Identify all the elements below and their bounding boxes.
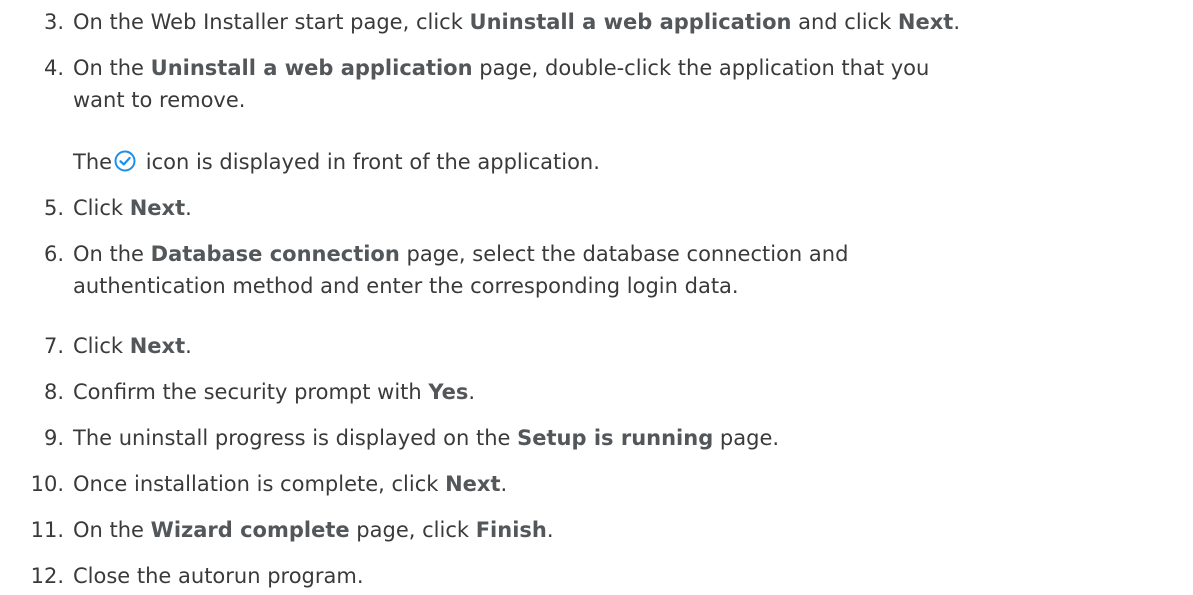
step-text-run: page. — [713, 426, 780, 450]
step-text-run: On the — [73, 242, 151, 266]
step-text-run: The uninstall progress is displayed on t… — [73, 426, 518, 450]
step-text-run: Click — [73, 334, 130, 358]
step-number: 11. — [30, 518, 64, 542]
step-number: 7. — [43, 334, 64, 358]
step-text: On the Wizard complete page, click Finis… — [73, 514, 1183, 546]
step-text-line: authentication method and enter the corr… — [73, 270, 1183, 302]
step-text-run: Confirm the security prompt with — [73, 380, 429, 404]
step-text-line: On the Database connection page, select … — [73, 238, 1183, 270]
step-text-run: . — [468, 380, 476, 404]
step-text-run: On the — [73, 56, 151, 80]
step-text-run: page, select the database connection and — [399, 242, 849, 266]
step-text-run: Click — [73, 196, 130, 220]
step-text-run: page, double-click the application that … — [472, 56, 930, 80]
step-text-run: . — [185, 196, 192, 220]
step-text-line: want to remove. — [73, 84, 1183, 116]
step-text: The uninstall progress is displayed on t… — [73, 422, 1183, 454]
step-text-run: and click — [791, 10, 898, 34]
step-text-run: On the — [73, 518, 151, 542]
step-text-run: . — [546, 518, 554, 542]
step-text: On the Uninstall a web application page,… — [73, 52, 1183, 116]
ui-term: Uninstall a web application — [150, 56, 473, 80]
step-number: 10. — [30, 472, 64, 496]
ui-term: Wizard complete — [150, 518, 350, 542]
instruction-list: 3. On the Web Installer start page, clic… — [0, 0, 1193, 595]
ui-term: Finish — [475, 518, 547, 542]
step-text-run: . — [185, 334, 192, 358]
step-number: 4. — [43, 56, 64, 80]
step-text: Click Next. — [73, 192, 1183, 224]
note-text-after: icon is displayed in front of the applic… — [139, 150, 600, 174]
ui-term: Next — [129, 334, 186, 358]
ui-term: Next — [445, 472, 501, 496]
ui-term: Yes — [428, 380, 469, 404]
ui-term: Setup is running — [517, 426, 714, 450]
step-text: Confirm the security prompt with Yes. — [73, 376, 1183, 408]
step-4-note: The icon is displayed in front of the ap… — [73, 146, 600, 178]
step-text: Once installation is complete, click Nex… — [73, 468, 1183, 500]
step-text-run: Once installation is complete, click — [73, 472, 446, 496]
ui-term: Next — [897, 10, 954, 34]
step-number: 8. — [43, 380, 64, 404]
check-circle-icon — [114, 150, 136, 172]
step-text: On the Database connection page, select … — [73, 238, 1183, 302]
step-text-run: Close the autorun program. — [73, 564, 364, 588]
step-text-run: On the Web Installer start page, click — [73, 10, 470, 34]
step-text: Close the autorun program. — [73, 560, 1183, 592]
step-text-run: . — [500, 472, 508, 496]
step-text-line: On the Uninstall a web application page,… — [73, 52, 1183, 84]
step-text-run: authentication method and enter the corr… — [73, 274, 739, 298]
step-number: 9. — [43, 426, 64, 450]
ui-term: Next — [129, 196, 186, 220]
step-number: 3. — [43, 10, 64, 34]
step-text: On the Web Installer start page, click U… — [73, 6, 1183, 38]
ui-term: Uninstall a web application — [469, 10, 792, 34]
note-text-before: The — [73, 150, 113, 174]
step-text-run: . — [953, 10, 961, 34]
step-text: Click Next. — [73, 330, 1183, 362]
ui-term: Database connection — [150, 242, 400, 266]
step-number: 6. — [43, 242, 64, 266]
step-text-run: want to remove. — [73, 88, 246, 112]
step-number: 5. — [43, 196, 64, 220]
step-text-run: page, click — [349, 518, 476, 542]
step-number: 12. — [30, 564, 64, 588]
